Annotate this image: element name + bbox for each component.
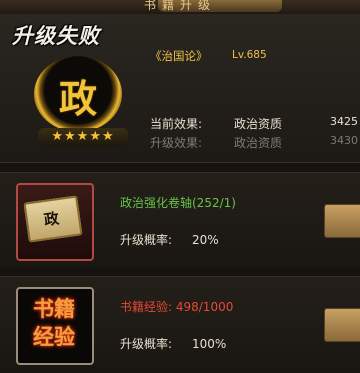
- scroll-icon[interactable]: 政: [16, 183, 94, 261]
- book-emblem-icon: 政: [28, 56, 130, 136]
- window-header: 书籍升级: [0, 0, 360, 14]
- scroll-art: 政: [23, 195, 83, 243]
- item-name: 书籍经验: 498/1000: [120, 300, 234, 314]
- star-rating: ★★★★★: [38, 128, 128, 146]
- use-exp-button[interactable]: [324, 308, 360, 342]
- book-exp-icon[interactable]: 书籍 经验: [16, 287, 94, 365]
- list-item: 书籍 经验 书籍经验: 498/1000 升级概率: 100%: [0, 276, 360, 373]
- next-effect-value: 3430: [330, 134, 358, 147]
- item-name: 政治强化卷轴(252/1): [120, 196, 236, 210]
- next-effect-label: 升级效果:: [150, 136, 203, 150]
- next-effect-attribute: 政治资质: [234, 136, 283, 150]
- current-effect-attribute: 政治资质: [234, 117, 283, 131]
- rate-value: 20%: [192, 233, 219, 247]
- current-effect-value: 3425: [330, 115, 358, 128]
- list-item: 政 政治强化卷轴(252/1) 升级概率: 20%: [0, 172, 360, 269]
- book-name: 《治国论》: [150, 49, 208, 63]
- current-effect-label: 当前效果:: [150, 117, 203, 131]
- item-rate: 升级概率: 20%: [120, 231, 219, 248]
- book-level: Lv.685: [232, 49, 267, 61]
- header-title: 书籍升级: [143, 0, 216, 12]
- exp-glyphs: 书籍 经验: [33, 296, 75, 349]
- scroll-glyph: 政: [42, 209, 61, 230]
- emblem-glyph: 政: [58, 76, 97, 121]
- rate-value: 100%: [192, 337, 227, 351]
- rate-label: 升级概率:: [120, 233, 173, 247]
- upgrade-failed-title: 升级失败: [12, 23, 100, 48]
- item-rate: 升级概率: 100%: [120, 335, 226, 352]
- rate-label: 升级概率:: [120, 337, 173, 351]
- use-item-button[interactable]: [324, 204, 360, 238]
